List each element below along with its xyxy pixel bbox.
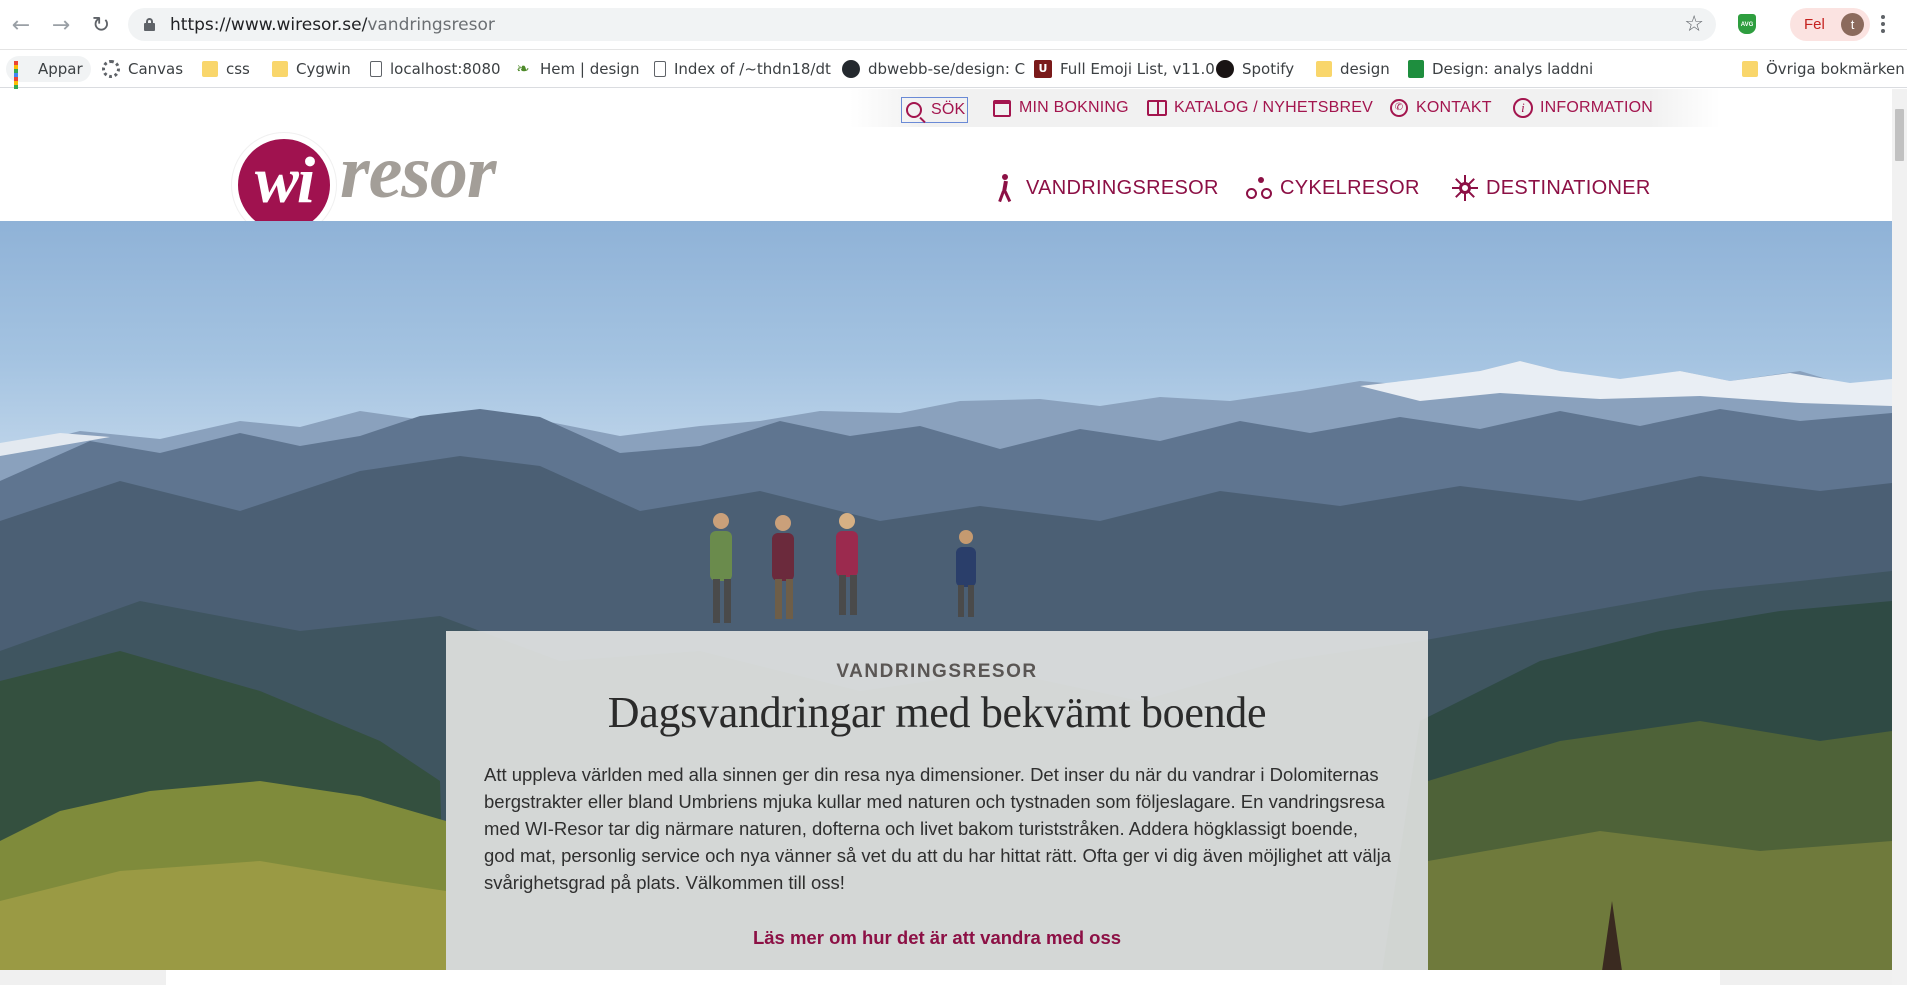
utility-katalog[interactable]: KATALOG / NYHETSBREV — [1147, 98, 1373, 118]
bottom-strip — [0, 970, 1892, 985]
folder-icon — [1742, 61, 1758, 77]
utility-label: KONTAKT — [1416, 99, 1492, 116]
utility-kontakt[interactable]: ✆ KONTAKT — [1389, 98, 1492, 118]
read-more-link[interactable]: Läs mer om hur det är att vandra med oss — [446, 927, 1428, 949]
leaf-icon: ❧ — [516, 59, 530, 78]
info-icon: i — [1513, 98, 1533, 118]
utility-search[interactable]: SÖK — [900, 97, 969, 123]
utility-label: MIN BOKNING — [1019, 99, 1129, 116]
profile-button[interactable]: Fel t — [1790, 8, 1870, 41]
bookmark-spotify[interactable]: Spotify — [1216, 56, 1294, 82]
bookmark-localhost[interactable]: localhost:8080 — [370, 56, 501, 82]
folder-icon — [272, 61, 288, 77]
browser-menu-icon[interactable] — [1878, 13, 1888, 37]
browser-toolbar: ← → ↻ https://www.wiresor.se/vandringsre… — [0, 0, 1907, 50]
bookmark-hem-design[interactable]: ❧ Hem | design — [514, 56, 639, 82]
hero-info-card: VANDRINGSRESOR Dagsvandringar med bekväm… — [446, 631, 1428, 985]
github-icon — [842, 60, 860, 78]
bookmark-canvas[interactable]: Canvas — [102, 56, 183, 82]
back-arrow-icon[interactable]: ← — [8, 12, 34, 38]
nav-label: DESTINATIONER — [1486, 176, 1651, 199]
logo-wi-text: wi — [254, 144, 315, 217]
hero-title: Dagsvandringar med bekvämt boende — [607, 688, 1267, 737]
url-text[interactable]: https://www.wiresor.se/vandringsresor — [170, 15, 495, 35]
page-icon — [370, 61, 382, 77]
search-icon — [904, 100, 924, 120]
utility-min-bokning[interactable]: MIN BOKNING — [992, 98, 1129, 118]
bookmark-label: design — [1340, 60, 1390, 78]
folder-icon — [202, 61, 218, 77]
bookmark-design[interactable]: design — [1316, 56, 1390, 82]
bookmark-label: localhost:8080 — [390, 60, 501, 78]
bookmark-label: Övriga bokmärken — [1766, 60, 1905, 78]
calendar-icon — [992, 98, 1012, 118]
sun-icon — [1452, 173, 1478, 203]
book-icon — [1147, 98, 1167, 118]
bookmark-css[interactable]: css — [202, 56, 250, 82]
logo-resor-text[interactable]: resor — [340, 129, 496, 216]
bookmark-emoji-list[interactable]: U Full Emoji List, v11.0 — [1034, 56, 1215, 82]
hero-image: VANDRINGSRESOR Dagsvandringar med bekväm… — [0, 221, 1892, 985]
avg-extension-icon[interactable]: AVG — [1738, 14, 1756, 34]
bookmark-label: Design: analys laddni — [1432, 60, 1594, 78]
bookmark-label: dbwebb-se/design: C — [868, 60, 1026, 78]
nav-cykelresor[interactable]: CYKELRESOR — [1246, 173, 1420, 203]
bookmark-label: Spotify — [1242, 60, 1295, 78]
bookmark-label: Canvas — [128, 60, 184, 78]
bookmark-label: Hem | design — [540, 60, 640, 78]
reload-icon[interactable]: ↻ — [88, 12, 114, 38]
hero-kicker: VANDRINGSRESOR — [836, 661, 1038, 682]
page-scrollbar[interactable] — [1892, 89, 1907, 985]
nav-destinationer[interactable]: DESTINATIONER — [1452, 173, 1651, 203]
spotify-icon — [1216, 60, 1234, 78]
utility-information[interactable]: i INFORMATION — [1513, 98, 1653, 118]
bookmark-label: Appar — [38, 60, 83, 78]
url-host: https://www.wiresor.se/ — [170, 15, 368, 35]
lock-icon[interactable] — [144, 18, 155, 31]
bookmark-star-icon[interactable]: ☆ — [1684, 12, 1704, 37]
bookmark-index[interactable]: Index of /~thdn18/dt — [654, 56, 831, 82]
bookmark-apps[interactable]: Appar — [6, 56, 91, 97]
hero-description: Att uppleva världen med alla sinnen ger … — [484, 764, 1391, 893]
nav-vandringsresor[interactable]: VANDRINGSRESOR — [992, 173, 1219, 203]
bookmark-other[interactable]: Övriga bokmärken — [1742, 56, 1905, 82]
bookmark-cygwin[interactable]: Cygwin — [272, 56, 351, 82]
address-bar[interactable]: https://www.wiresor.se/vandringsresor ☆ — [128, 8, 1716, 41]
bookmark-label: Full Emoji List, v11.0 — [1060, 60, 1215, 78]
avatar: t — [1841, 13, 1864, 36]
bookmarks-bar: Appar Canvas css Cygwin localhost:8080 ❧… — [0, 50, 1907, 97]
cyclist-icon — [1246, 173, 1272, 203]
folder-icon — [1316, 61, 1332, 77]
nav-label: CYKELRESOR — [1280, 176, 1420, 199]
profile-status-label: Fel — [1804, 16, 1825, 33]
hiker-icon — [992, 173, 1018, 203]
utility-search-label: SÖK — [931, 101, 966, 118]
canvas-icon — [102, 60, 120, 78]
apps-grid-icon — [14, 61, 30, 97]
page-icon — [654, 61, 666, 77]
bookmark-label: Index of /~thdn18/dt — [674, 60, 831, 78]
utility-nav: SÖK MIN BOKNING KATALOG / NYHETSBREV ✆ K… — [850, 89, 1720, 127]
utility-label: KATALOG / NYHETSBREV — [1174, 99, 1374, 116]
utility-label: INFORMATION — [1540, 99, 1654, 116]
scrollbar-thumb[interactable] — [1895, 109, 1904, 161]
bookmark-github[interactable]: dbwebb-se/design: C — [842, 56, 1025, 82]
forward-arrow-icon[interactable]: → — [48, 12, 74, 38]
url-path: vandringsresor — [367, 15, 495, 35]
webpage: SÖK MIN BOKNING KATALOG / NYHETSBREV ✆ K… — [0, 89, 1892, 985]
sheets-icon — [1408, 60, 1424, 78]
bookmark-design-analys[interactable]: Design: analys laddni — [1408, 56, 1593, 82]
bookmark-label: css — [226, 60, 250, 78]
phone-icon: ✆ — [1389, 98, 1409, 118]
bookmark-label: Cygwin — [296, 60, 351, 78]
nav-label: VANDRINGSRESOR — [1026, 176, 1219, 199]
emoji-site-icon: U — [1034, 60, 1052, 78]
